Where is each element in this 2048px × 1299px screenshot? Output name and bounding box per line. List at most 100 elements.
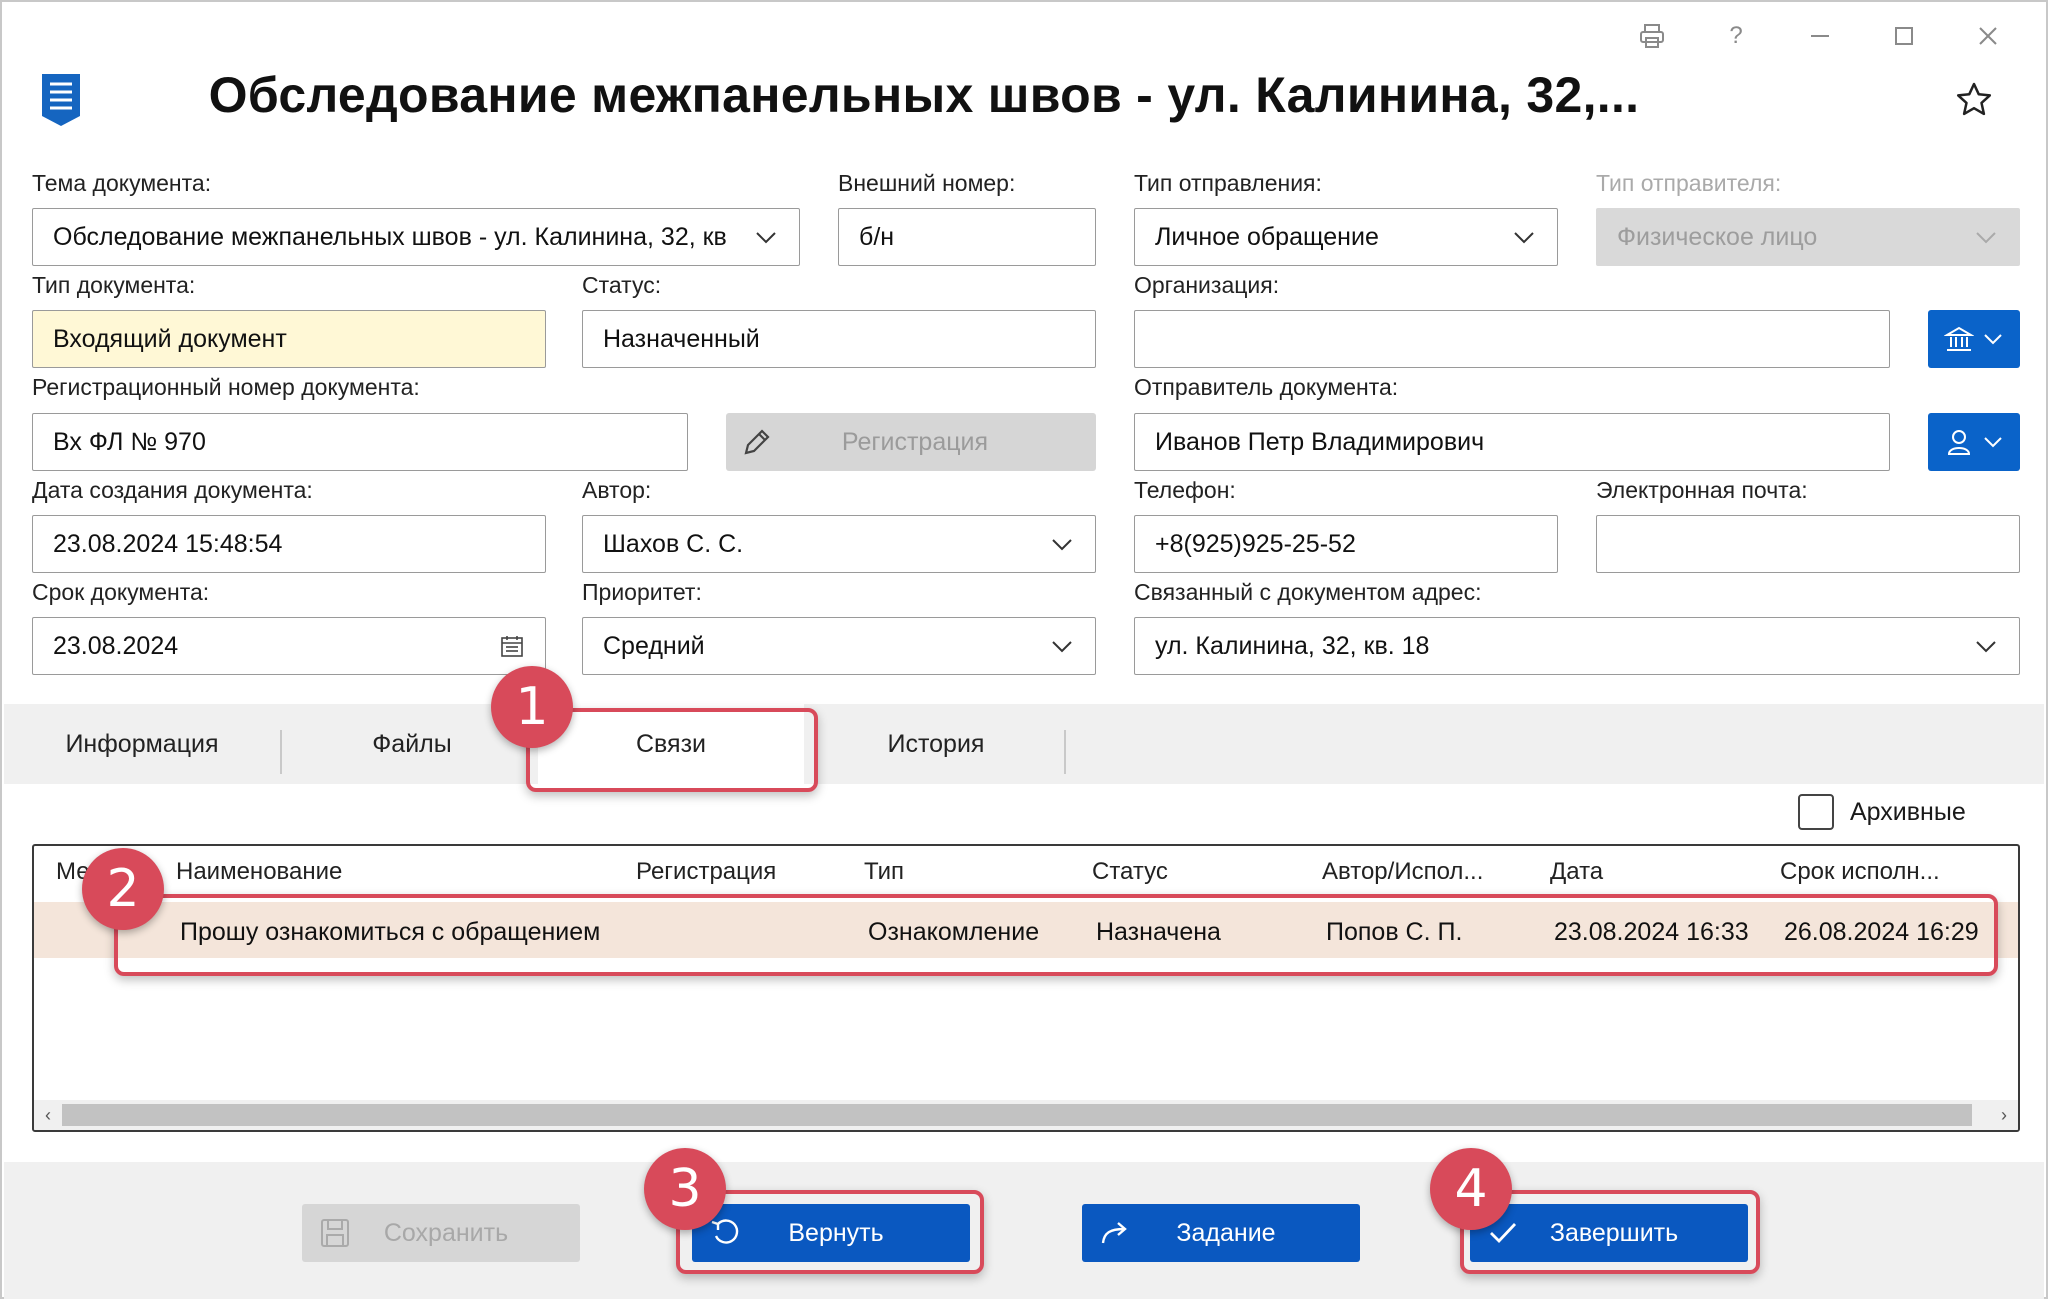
doc-type-label: Тип документа:: [32, 272, 196, 298]
tab-history[interactable]: История: [804, 704, 1068, 784]
priority-value: Средний: [603, 631, 705, 660]
forward-arrow-icon: [1101, 1222, 1127, 1244]
address-select[interactable]: ул. Калинина, 32, кв. 18: [1134, 617, 2020, 675]
external-number-label: Внешний номер:: [838, 170, 1016, 196]
address-value: ул. Калинина, 32, кв. 18: [1155, 631, 1430, 660]
subject-label: Тема документа:: [32, 170, 212, 196]
column-header[interactable]: Автор/Испол...: [1322, 858, 1483, 886]
email-label: Электронная почта:: [1596, 477, 1808, 503]
chevron-down-icon: [1052, 539, 1072, 551]
archive-label: Архивные: [1850, 797, 1966, 826]
organization-label: Организация:: [1134, 272, 1280, 298]
highlight-table-row: [114, 894, 1998, 976]
deadline-label: Срок документа:: [32, 579, 210, 605]
column-header[interactable]: Тип: [864, 858, 904, 886]
created-label: Дата создания документа:: [32, 477, 313, 503]
address-label: Связанный с документом адрес:: [1134, 579, 1482, 605]
task-button-label: Задание: [1176, 1218, 1276, 1247]
deadline-input[interactable]: 23.08.2024: [32, 617, 546, 675]
step-badge-4: 4: [1430, 1148, 1512, 1230]
phone-input[interactable]: +8(925)925-25-52: [1134, 515, 1558, 573]
help-icon[interactable]: ?: [1694, 16, 1778, 56]
dispatch-type-label: Тип отправления:: [1134, 170, 1322, 196]
created-field[interactable]: 23.08.2024 15:48:54: [32, 515, 546, 573]
minimize-icon[interactable]: [1778, 16, 1862, 56]
dispatch-type-value: Личное обращение: [1155, 222, 1379, 251]
archive-checkbox[interactable]: [1798, 794, 1834, 830]
sender-value: Иванов Петр Владимирович: [1155, 427, 1485, 456]
chevron-down-icon: [1976, 232, 1996, 244]
chevron-down-icon: [1052, 641, 1072, 653]
doc-type-field[interactable]: Входящий документ: [32, 310, 546, 368]
step-badge-2: 2: [82, 848, 164, 930]
save-button-label: Сохранить: [383, 1218, 509, 1247]
window-controls: ?: [1610, 16, 2030, 56]
chevron-down-icon: [756, 232, 776, 244]
status-field[interactable]: Назначенный: [582, 310, 1096, 368]
user-icon: [1947, 430, 1971, 455]
sender-picker-button[interactable]: [1928, 413, 2020, 471]
status-value: Назначенный: [603, 324, 760, 353]
sender-type-value: Физическое лицо: [1617, 222, 1818, 251]
print-icon[interactable]: [1610, 16, 1694, 56]
column-header[interactable]: Регистрация: [636, 858, 776, 886]
step-badge-3: 3: [644, 1148, 726, 1230]
close-icon[interactable]: [1946, 16, 2030, 56]
register-button[interactable]: Регистрация: [726, 413, 1096, 471]
author-select[interactable]: Шахов С. С.: [582, 515, 1096, 573]
created-value: 23.08.2024 15:48:54: [53, 529, 283, 558]
page-title: Обследование межпанельных швов - ул. Кал…: [208, 67, 1640, 123]
chevron-down-icon: [1984, 334, 2002, 345]
deadline-value: 23.08.2024: [53, 631, 179, 660]
author-label: Автор:: [582, 477, 652, 503]
column-header[interactable]: Срок исполн...: [1780, 858, 1940, 886]
building-icon: [1944, 326, 1974, 351]
help-glyph: ?: [1729, 22, 1743, 49]
column-header[interactable]: Статус: [1092, 858, 1168, 886]
archive-toggle[interactable]: Архивные: [1798, 794, 1966, 830]
document-window: ? Обследование межпанельных швов - ул. К…: [0, 0, 2048, 1299]
sender-type-label: Тип отправителя:: [1596, 170, 1782, 196]
author-value: Шахов С. С.: [603, 529, 744, 558]
links-table: Ме Наименование Регистрация Тип Статус А…: [32, 844, 2020, 1132]
reg-number-input[interactable]: Вх ФЛ № 970: [32, 413, 688, 471]
phone-label: Телефон:: [1134, 477, 1236, 503]
sender-type-select: Физическое лицо: [1596, 208, 2020, 266]
maximize-icon[interactable]: [1862, 16, 1946, 56]
reg-number-value: Вх ФЛ № 970: [53, 427, 206, 456]
phone-value: +8(925)925-25-52: [1155, 529, 1356, 558]
scrollbar-thumb[interactable]: [62, 1104, 1972, 1126]
save-button[interactable]: Сохранить: [302, 1204, 580, 1262]
chevron-down-icon: [1976, 641, 1996, 653]
tab-information[interactable]: Информация: [4, 704, 280, 784]
step-badge-1: 1: [491, 666, 573, 748]
dispatch-type-select[interactable]: Личное обращение: [1134, 208, 1558, 266]
email-input[interactable]: [1596, 515, 2020, 573]
priority-select[interactable]: Средний: [582, 617, 1096, 675]
register-button-label: Регистрация: [841, 427, 989, 456]
subject-select[interactable]: Обследование межпанельных швов - ул. Кал…: [32, 208, 800, 266]
tab-bar: Информация Файлы Связи История: [4, 704, 2044, 784]
subject-value: Обследование межпанельных швов - ул. Кал…: [53, 222, 727, 251]
status-label: Статус:: [582, 272, 662, 298]
star-icon[interactable]: [1954, 80, 1994, 120]
external-number-value: б/н: [859, 222, 895, 251]
scroll-right-icon[interactable]: ›: [1990, 1100, 2018, 1130]
column-header[interactable]: Дата: [1550, 858, 1603, 886]
chevron-down-icon: [1514, 232, 1534, 244]
calendar-icon[interactable]: [499, 633, 525, 659]
doc-type-value: Входящий документ: [53, 324, 287, 353]
sender-label: Отправитель документа:: [1134, 374, 1399, 400]
chevron-down-icon: [1984, 437, 2002, 448]
sender-input[interactable]: Иванов Петр Владимирович: [1134, 413, 1890, 471]
column-header[interactable]: Наименование: [176, 858, 342, 886]
horizontal-scrollbar[interactable]: ‹ ›: [34, 1100, 2018, 1130]
pencil-icon: [744, 429, 770, 455]
organization-input[interactable]: [1134, 310, 1890, 368]
reg-number-label: Регистрационный номер документа:: [32, 374, 420, 400]
scroll-left-icon[interactable]: ‹: [34, 1100, 62, 1130]
task-button[interactable]: Задание: [1082, 1204, 1360, 1262]
save-icon: [321, 1219, 349, 1247]
external-number-input[interactable]: б/н: [838, 208, 1096, 266]
organization-picker-button[interactable]: [1928, 310, 2020, 368]
